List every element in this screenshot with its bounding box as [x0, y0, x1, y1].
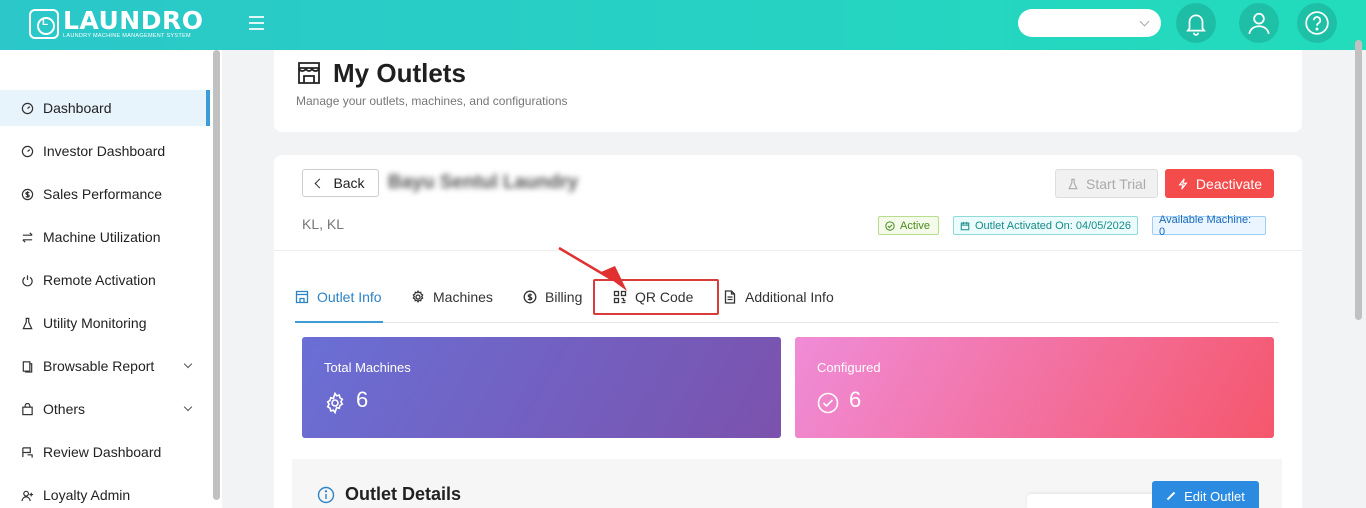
- user-icon: [1248, 12, 1270, 35]
- help-button[interactable]: [1297, 3, 1337, 43]
- sidebar-item-loyalty-admin[interactable]: Loyalty Admin: [0, 477, 210, 508]
- lightning-icon: [1178, 178, 1188, 189]
- sidebar-item-label: Remote Activation: [43, 272, 156, 288]
- chevron-down-icon: [183, 359, 193, 369]
- annotation-arrow-icon: [558, 246, 627, 291]
- available-machine-badge: Available Machine: 0: [1152, 214, 1266, 238]
- edit-outlet-label: Edit Outlet: [1184, 488, 1245, 504]
- stat-value: 6: [356, 387, 369, 412]
- calendar-icon: [960, 221, 970, 230]
- stat-value: 6: [849, 387, 862, 412]
- chevron-down-icon: [1139, 16, 1150, 27]
- edit-outlet-button[interactable]: Edit Outlet: [1152, 481, 1259, 508]
- start-trial-button[interactable]: Start Trial: [1055, 169, 1158, 198]
- activated-date-badge: Outlet Activated On: 04/05/2026: [953, 216, 1138, 235]
- configured-card: Configured 6: [795, 337, 1274, 438]
- dollar-icon: [21, 188, 34, 201]
- report-icon: [21, 360, 34, 373]
- sidebar-item-browsable-report[interactable]: Browsable Report: [0, 348, 210, 384]
- top-header: L LAUNDRO LAUNDRY MACHINE MANAGEMENT SYS…: [0, 0, 1366, 50]
- sidebar-item-label: Loyalty Admin: [43, 487, 131, 503]
- tab-outlet-info[interactable]: Outlet Info: [295, 288, 382, 306]
- sidebar-item-label: Machine Utilization: [43, 229, 161, 245]
- deactivate-label: Deactivate: [1195, 175, 1263, 192]
- document-icon: [724, 290, 736, 304]
- power-icon: [21, 274, 34, 287]
- logo-word: LAUNDRO: [63, 5, 204, 35]
- stat-label: Total Machines: [324, 360, 411, 375]
- stat-label: Configured: [817, 360, 881, 375]
- pencil-icon: [1166, 491, 1176, 501]
- logo-mark-icon: L: [29, 9, 59, 39]
- bag-icon: [21, 402, 34, 416]
- flask-icon: [1068, 178, 1078, 189]
- back-button[interactable]: Back: [302, 169, 379, 197]
- info-icon: [317, 486, 335, 504]
- outlet-detail-card: [274, 155, 1302, 508]
- sidebar-item-label: Browsable Report: [43, 358, 155, 374]
- sidebar-item-label: Investor Dashboard: [43, 143, 166, 159]
- user-plus-icon: [21, 489, 34, 502]
- gear-icon: [412, 290, 424, 303]
- laundro-logo[interactable]: L LAUNDRO LAUNDRY MACHINE MANAGEMENT SYS…: [29, 8, 204, 40]
- sidebar-item-machine-utilization[interactable]: Machine Utilization: [0, 219, 210, 255]
- store-icon: [295, 290, 309, 304]
- page-subtitle: Manage your outlets, machines, and confi…: [296, 94, 568, 108]
- profile-button[interactable]: [1239, 3, 1279, 43]
- back-button-label: Back: [333, 175, 365, 191]
- outlet-name: Bayu Sentul Laundry: [388, 172, 579, 193]
- dropdown-popover: [1027, 494, 1172, 508]
- tab-additional-info[interactable]: Additional Info: [723, 288, 834, 306]
- sidebar-item-label: Sales Performance: [43, 186, 163, 202]
- hamburger-menu-icon[interactable]: [249, 16, 264, 30]
- sidebar-item-dashboard[interactable]: Dashboard: [0, 90, 210, 126]
- sidebar-scrollbar[interactable]: [213, 50, 220, 500]
- dashboard-icon: [21, 102, 34, 115]
- sidebar-item-label: Dashboard: [43, 100, 112, 116]
- total-machines-card: Total Machines 6: [302, 337, 781, 438]
- dashboard-icon: [21, 145, 34, 158]
- chevron-down-icon: [183, 402, 193, 412]
- swap-icon: [21, 231, 34, 244]
- logo-tagline: LAUNDRY MACHINE MANAGEMENT SYSTEM: [63, 32, 191, 39]
- check-circle-icon: [885, 220, 895, 231]
- sidebar-item-label: Utility Monitoring: [43, 315, 147, 331]
- question-icon: [1305, 11, 1329, 35]
- dollar-icon: [523, 290, 537, 304]
- sidebar-item-label: Review Dashboard: [43, 444, 162, 460]
- sidebar-item-review-dashboard[interactable]: Review Dashboard: [0, 434, 210, 470]
- sidebar-item-investor-dashboard[interactable]: Investor Dashboard: [0, 133, 210, 169]
- chevron-left-icon: [314, 178, 325, 188]
- bell-icon: [1186, 14, 1206, 36]
- sidebar-item-label: Others: [43, 401, 86, 417]
- start-trial-label: Start Trial: [1086, 175, 1146, 192]
- sidebar-item-remote-activation[interactable]: Remote Activation: [0, 262, 210, 298]
- flask-icon: [21, 317, 34, 330]
- page-scrollbar[interactable]: [1355, 40, 1362, 320]
- sidebar-item-sales-performance[interactable]: Sales Performance: [0, 176, 210, 212]
- tab-machines[interactable]: Machines: [411, 288, 493, 306]
- notification-button[interactable]: [1176, 3, 1216, 43]
- page-title: My Outlets: [333, 58, 466, 88]
- store-icon: [298, 62, 320, 84]
- outlet-location: KL, KL: [302, 216, 345, 232]
- outlet-select[interactable]: [1018, 9, 1161, 37]
- sidebar-item-others[interactable]: Others: [0, 391, 210, 427]
- outlet-details-title: Outlet Details: [345, 484, 462, 504]
- review-icon: [21, 446, 34, 459]
- divider: [274, 250, 1302, 251]
- gear-icon: [326, 392, 344, 414]
- sidebar-item-utility-monitoring[interactable]: Utility Monitoring: [0, 305, 210, 341]
- deactivate-button[interactable]: Deactivate: [1165, 169, 1274, 198]
- status-badge: Active: [878, 216, 939, 235]
- check-circle-icon: [817, 392, 839, 414]
- active-tab-indicator: [295, 321, 383, 323]
- tab-rule: [295, 322, 1279, 323]
